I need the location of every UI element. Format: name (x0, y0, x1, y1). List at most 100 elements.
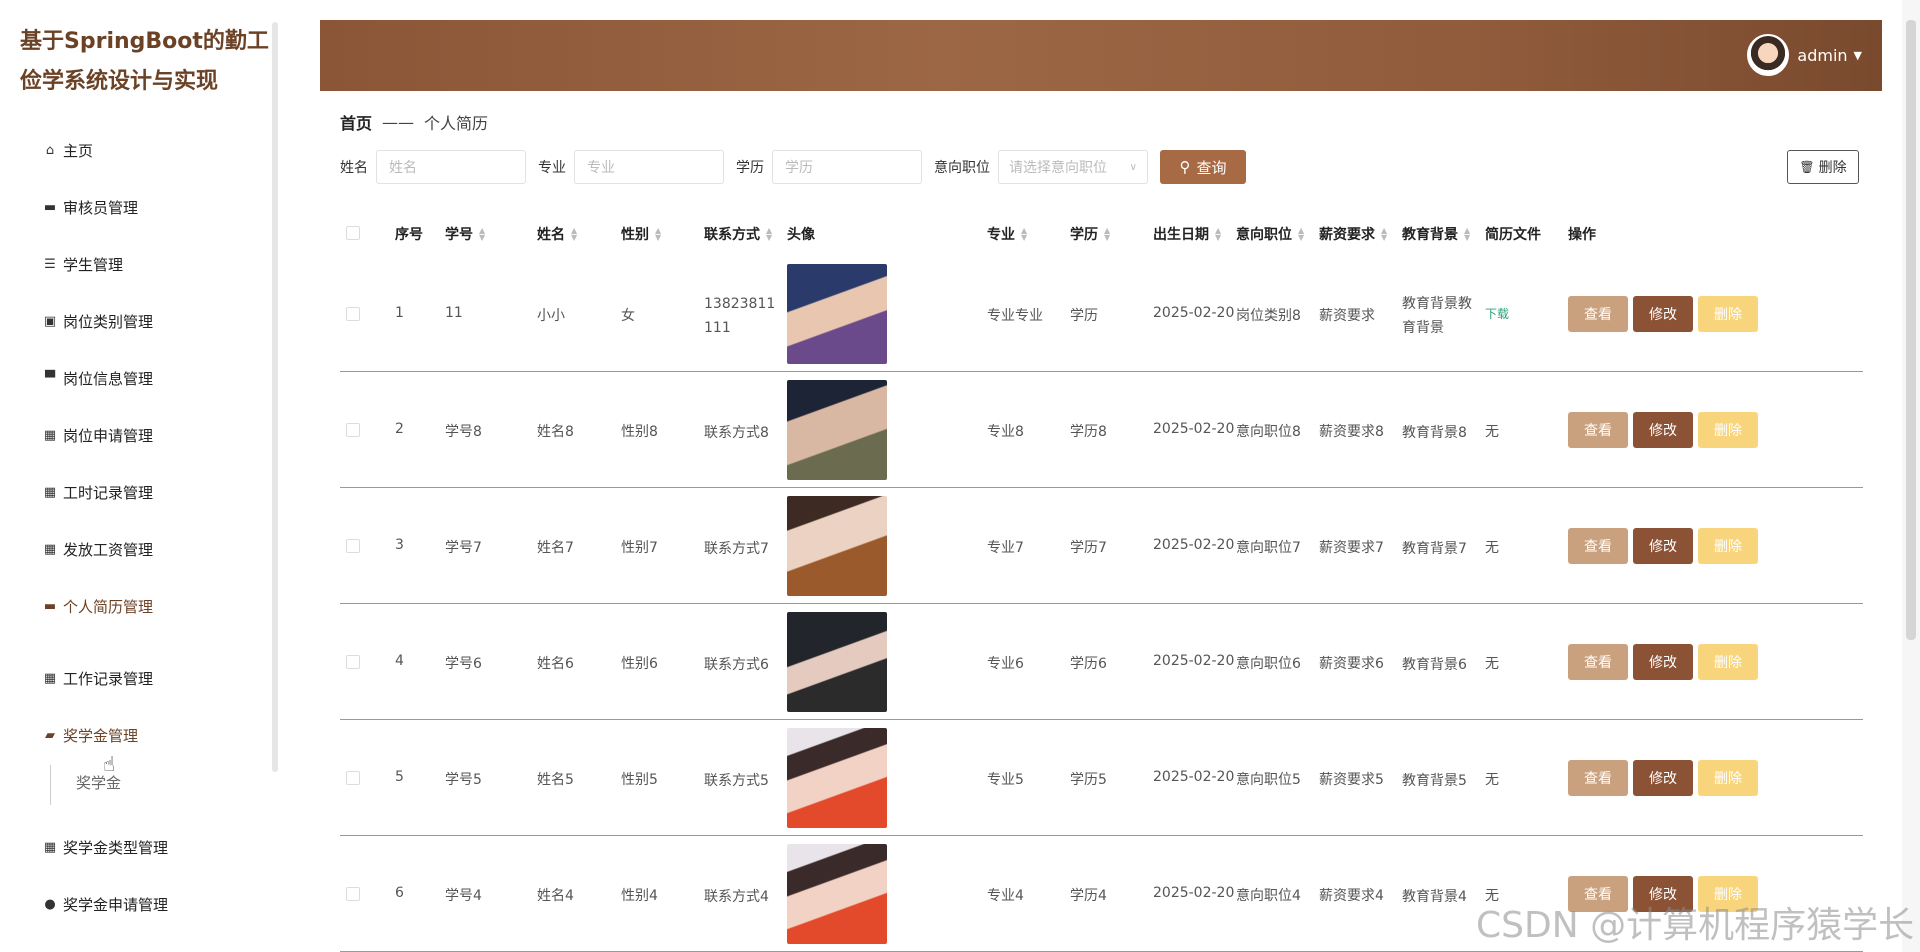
name-label: 姓名 (340, 160, 368, 176)
cell-education: 学历4 (1070, 888, 1107, 904)
edit-button[interactable]: 修改 (1633, 296, 1693, 332)
cell-background: 教育背景7 (1402, 541, 1467, 557)
cell-major: 专业6 (987, 656, 1024, 672)
sidebar-item-scholarship[interactable]: ▰ 奖学金管理 (42, 720, 138, 750)
edit-button[interactable]: 修改 (1633, 528, 1693, 564)
cell-major: 专业8 (987, 424, 1024, 440)
delete-button[interactable]: 删除 (1698, 528, 1758, 564)
cell-gender: 女 (621, 308, 635, 324)
edit-button[interactable]: 修改 (1633, 760, 1693, 796)
sidebar-item-work-hours[interactable]: ▦ 工时记录管理 (42, 477, 153, 507)
row-checkbox[interactable] (346, 423, 360, 437)
select-all-checkbox[interactable] (346, 226, 360, 240)
view-button[interactable]: 查看 (1568, 412, 1628, 448)
cell-education: 学历5 (1070, 772, 1107, 788)
view-button[interactable]: 查看 (1568, 760, 1628, 796)
delete-button[interactable]: 删除 (1698, 296, 1758, 332)
cell-background: 教育背景教育背景 (1402, 296, 1472, 336)
sidebar-item-resume[interactable]: ▬ 个人简历管理 (42, 591, 153, 621)
cell-index: 3 (395, 537, 404, 553)
col-birth[interactable]: 出生日期 ▲ ▼ (1153, 224, 1221, 244)
col-education[interactable]: 学历 ▲ ▼ (1070, 224, 1110, 244)
col-major[interactable]: 专业 ▲ ▼ (987, 224, 1027, 244)
edu-input[interactable]: 学历 (772, 150, 922, 184)
col-background[interactable]: 教育背景 ▲ ▼ (1402, 224, 1470, 244)
cell-education: 学历7 (1070, 540, 1107, 556)
sidebar-item-students[interactable]: ☰ 学生管理 (42, 249, 123, 279)
sidebar-item-job-info[interactable]: ▀ 岗位信息管理 (42, 363, 153, 393)
edu-placeholder: 学历 (785, 160, 813, 176)
grid-icon: ▦ (43, 541, 57, 557)
sidebar-item-home[interactable]: ⌂ 主页 (42, 135, 93, 165)
view-button[interactable]: 查看 (1568, 528, 1628, 564)
cell-student-no: 学号5 (445, 772, 482, 788)
col-job[interactable]: 意向职位 ▲ ▼ (1236, 224, 1304, 244)
sidebar-item-label: 工作记录管理 (63, 669, 154, 688)
breadcrumb-home[interactable]: 首页 (340, 110, 372, 134)
major-input[interactable]: 专业 (574, 150, 724, 184)
cell-contact: 联系方式5 (704, 773, 769, 789)
sort-icon: ▲ ▼ (479, 226, 486, 242)
page-scrollbar[interactable] (1906, 20, 1916, 640)
cell-background: 教育背景5 (1402, 773, 1467, 789)
view-button[interactable]: 查看 (1568, 296, 1628, 332)
sidebar-item-label: 主页 (63, 141, 94, 160)
trash-icon: 🗑 (1799, 160, 1815, 174)
apps-icon: ▦ (43, 670, 57, 686)
sidebar-item-job-category[interactable]: ▣ 岗位类别管理 (42, 306, 153, 336)
wallet-icon: ▰ (45, 727, 55, 743)
cell-education: 学历 (1070, 308, 1098, 324)
sidebar-item-job-apply[interactable]: ▦ 岗位申请管理 (42, 420, 153, 450)
sidebar-item-label: 岗位信息管理 (63, 369, 154, 388)
delete-button[interactable]: 删除 (1698, 644, 1758, 680)
row-checkbox[interactable] (346, 887, 360, 901)
row-checkbox[interactable] (346, 307, 360, 321)
sidebar-item-reviewer[interactable]: ▬ 审核员管理 (42, 192, 138, 222)
major-placeholder: 专业 (587, 160, 615, 176)
clipboard-icon: ▣ (43, 313, 57, 329)
name-input[interactable]: 姓名 (376, 150, 526, 184)
grid-icon: ▦ (43, 839, 57, 855)
row-checkbox[interactable] (346, 771, 360, 785)
row-checkbox[interactable] (346, 539, 360, 553)
sidebar-item-scholarship-apply[interactable]: ● 奖学金申请管理 (42, 889, 168, 919)
sort-icon: ▲ ▼ (571, 226, 578, 242)
avatar-photo (787, 844, 887, 944)
edit-button[interactable]: 修改 (1633, 644, 1693, 680)
cell-education: 学历6 (1070, 656, 1107, 672)
cell-salary: 薪资要求 (1319, 308, 1375, 324)
cell-resume: 无 (1485, 656, 1499, 672)
cell-index: 2 (395, 421, 404, 437)
col-contact[interactable]: 联系方式 ▲ ▼ (704, 224, 772, 244)
batch-delete-button[interactable]: 🗑 删除 (1787, 150, 1859, 184)
edit-button[interactable]: 修改 (1633, 412, 1693, 448)
col-resume: 简历文件 (1485, 227, 1541, 243)
cell-gender: 性别7 (621, 540, 658, 556)
name-placeholder: 姓名 (389, 160, 417, 176)
delete-button[interactable]: 删除 (1698, 760, 1758, 796)
row-checkbox[interactable] (346, 655, 360, 669)
cell-student-no: 11 (445, 305, 463, 321)
cell-birth: 2025-02-20 (1153, 421, 1235, 437)
avatar-photo (787, 380, 887, 480)
col-salary[interactable]: 薪资要求 ▲ ▼ (1319, 224, 1387, 244)
search-button[interactable]: ⚲ 查询 (1160, 150, 1246, 184)
view-button[interactable]: 查看 (1568, 644, 1628, 680)
col-name[interactable]: 姓名 ▲ ▼ (537, 224, 577, 244)
sidebar-item-scholarship-type[interactable]: ▦ 奖学金类型管理 (42, 832, 168, 862)
sidebar-scrollbar[interactable] (272, 22, 278, 772)
sidebar-item-label: 岗位类别管理 (63, 312, 154, 331)
col-student-no[interactable]: 学号 ▲ ▼ (445, 224, 485, 244)
delete-button[interactable]: 删除 (1698, 412, 1758, 448)
user-menu[interactable]: admin ▼ (1747, 34, 1862, 76)
cell-student-no: 学号8 (445, 424, 482, 440)
sidebar-item-work-records[interactable]: ▦ 工作记录管理 (42, 663, 153, 693)
col-gender[interactable]: 性别 ▲ ▼ (621, 224, 661, 244)
sidebar-item-salary[interactable]: ▦ 发放工资管理 (42, 534, 153, 564)
sidebar-item-label: 奖学金申请管理 (63, 895, 169, 914)
avatar-photo (787, 612, 887, 712)
download-link[interactable]: 下载 (1485, 305, 1509, 322)
job-select[interactable]: 请选择意向职位 ∨ (998, 150, 1148, 184)
col-index: 序号 (395, 227, 423, 243)
chat-icon: ▬ (43, 598, 57, 614)
